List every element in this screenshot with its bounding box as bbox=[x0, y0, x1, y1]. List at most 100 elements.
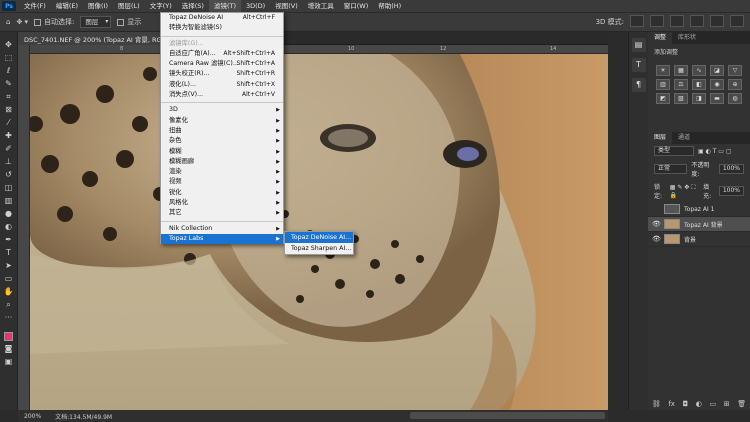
menu-item-adaptive-wide[interactable]: 自适应广角(A)... Alt+Shift+Ctrl+A bbox=[161, 49, 283, 59]
zoom-tool-icon[interactable]: ⌕ bbox=[3, 300, 15, 310]
search-icon[interactable] bbox=[690, 15, 704, 27]
healing-brush-icon[interactable]: ✚ bbox=[3, 131, 15, 141]
menu-item-nik-collection[interactable]: Nik Collection ▶ bbox=[161, 224, 283, 234]
menu-layer[interactable]: 图层(L) bbox=[113, 0, 145, 12]
dodge-tool-icon[interactable]: ◐ bbox=[3, 222, 15, 232]
show-transform-checkbox[interactable]: 显示 bbox=[117, 15, 141, 29]
menu-item-topaz-labs[interactable]: Topaz Labs ▶ bbox=[161, 233, 283, 245]
menu-type[interactable]: 文字(Y) bbox=[145, 0, 177, 12]
eye-icon[interactable]: 👁 bbox=[652, 220, 661, 228]
menu-filter[interactable]: 滤镜(T) bbox=[208, 0, 241, 12]
menu-item-noise[interactable]: 杂色 ▶ bbox=[161, 136, 283, 146]
trash-icon[interactable]: 🗑 bbox=[737, 400, 746, 408]
shape-tool-icon[interactable]: ▭ bbox=[3, 274, 15, 284]
clone-stamp-icon[interactable]: ⊥ bbox=[3, 157, 15, 167]
type-tool-icon[interactable]: T bbox=[3, 248, 15, 258]
paragraph-panel-icon[interactable]: ¶ bbox=[631, 78, 646, 92]
quick-mask-icon[interactable]: ◙ bbox=[3, 344, 15, 354]
menu-item-smart-filter[interactable]: 转换为智能滤镜(S) bbox=[161, 23, 283, 33]
gradient-tool-icon[interactable]: ▥ bbox=[3, 196, 15, 206]
eraser-icon[interactable]: ◫ bbox=[3, 183, 15, 193]
layer-row[interactable]: Topaz AI 1 bbox=[648, 202, 750, 217]
menu-item-distort[interactable]: 扭曲 ▶ bbox=[161, 126, 283, 136]
threshold-icon[interactable]: ◨ bbox=[692, 93, 706, 104]
workspace-icon[interactable] bbox=[710, 15, 724, 27]
tab-layers[interactable]: 图层 bbox=[648, 132, 673, 144]
eyedropper-icon[interactable]: ⁄ bbox=[3, 118, 15, 128]
layer-kind-filter[interactable]: 类型 bbox=[654, 146, 694, 156]
tab-adjustments[interactable]: 调整 bbox=[648, 32, 673, 44]
lock-icons[interactable]: ▦ ✎ ✥ ⛶ 🔒 bbox=[670, 184, 699, 199]
marquee-tool-icon[interactable]: ⬚ bbox=[3, 53, 15, 63]
layer-row[interactable]: 👁 Topaz AI 背景 bbox=[648, 217, 750, 232]
crop-tool-icon[interactable]: ⌗ bbox=[3, 92, 15, 102]
menu-item-stylize[interactable]: 风格化 ▶ bbox=[161, 198, 283, 208]
pen-tool-icon[interactable]: ✒ bbox=[3, 235, 15, 245]
menu-item-pixelate[interactable]: 像素化 ▶ bbox=[161, 116, 283, 126]
menu-view[interactable]: 视图(V) bbox=[270, 0, 303, 12]
foreground-color-swatch[interactable] bbox=[4, 332, 13, 341]
menu-item-topaz-sharpen[interactable]: Topaz Sharpen AI... bbox=[285, 243, 353, 254]
history-panel-icon[interactable]: ▤ bbox=[631, 38, 646, 52]
color-balance-icon[interactable]: ⚖ bbox=[674, 79, 688, 90]
curves-icon[interactable]: ∿ bbox=[692, 65, 706, 76]
menu-3d[interactable]: 3D(D) bbox=[241, 0, 270, 12]
menu-plugins[interactable]: 增效工具 bbox=[303, 0, 339, 12]
brightness-icon[interactable]: ☀ bbox=[656, 65, 670, 76]
vibrance-icon[interactable]: ▽ bbox=[728, 65, 742, 76]
channel-mixer-icon[interactable]: ⊕ bbox=[728, 79, 742, 90]
menu-item-vanishing-point[interactable]: 消失点(V)... Alt+Ctrl+V bbox=[161, 90, 283, 100]
fill-input[interactable]: 100% bbox=[718, 186, 744, 196]
auto-select-checkbox[interactable]: 自动选择: bbox=[34, 15, 74, 29]
menu-file[interactable]: 文件(F) bbox=[19, 0, 51, 12]
hue-saturation-icon[interactable]: ▥ bbox=[656, 79, 670, 90]
black-white-icon[interactable]: ◧ bbox=[692, 79, 706, 90]
menu-edit[interactable]: 编辑(E) bbox=[51, 0, 83, 12]
hand-tool-icon[interactable]: ✋ bbox=[3, 287, 15, 297]
move-tool-icon[interactable]: ✥ bbox=[3, 40, 15, 50]
mask-icon[interactable]: ◘ bbox=[683, 400, 689, 408]
quick-select-icon[interactable]: ✎ bbox=[3, 79, 15, 89]
eye-icon[interactable]: 👁 bbox=[652, 235, 661, 243]
character-panel-icon[interactable]: T bbox=[631, 58, 646, 72]
lasso-tool-icon[interactable]: ℓ bbox=[3, 66, 15, 76]
home-icon[interactable]: ⌂ bbox=[6, 15, 10, 29]
photo-filter-icon[interactable]: ◉ bbox=[710, 79, 724, 90]
layer-row[interactable]: 👁 背景 bbox=[648, 232, 750, 247]
invert-icon[interactable]: ◩ bbox=[656, 93, 670, 104]
menu-item-video[interactable]: 视频 ▶ bbox=[161, 177, 283, 187]
selective-color-icon[interactable]: ◍ bbox=[728, 93, 742, 104]
menu-item-3d[interactable]: 3D ▶ bbox=[161, 105, 283, 115]
levels-icon[interactable]: ▦ bbox=[674, 65, 688, 76]
link-icon[interactable]: ⛓ bbox=[652, 400, 661, 408]
brush-tool-icon[interactable]: ✐ bbox=[3, 144, 15, 154]
3d-pan-icon[interactable] bbox=[670, 15, 684, 27]
new-layer-icon[interactable]: ⊞ bbox=[724, 400, 730, 408]
fx-icon[interactable]: fx bbox=[668, 400, 675, 408]
posterize-icon[interactable]: ▧ bbox=[674, 93, 688, 104]
frame-tool-icon[interactable]: ⊠ bbox=[3, 105, 15, 115]
menu-item-last-filter[interactable]: Topaz DeNoise AI Alt+Ctrl+F bbox=[161, 13, 283, 23]
opacity-input[interactable]: 100% bbox=[718, 164, 744, 174]
menu-item-sharpen[interactable]: 锐化 ▶ bbox=[161, 188, 283, 198]
exposure-icon[interactable]: ◪ bbox=[710, 65, 724, 76]
adjustment-layer-icon[interactable]: ◐ bbox=[696, 400, 702, 408]
blend-mode-select[interactable]: 正常 bbox=[654, 164, 688, 174]
tab-channels[interactable]: 通道 bbox=[672, 132, 696, 144]
menu-item-render[interactable]: 渲染 ▶ bbox=[161, 167, 283, 177]
move-tool-icon[interactable]: ✥ ▾ bbox=[16, 15, 28, 29]
menu-item-camera-raw[interactable]: Camera Raw 滤镜(C)... Shift+Ctrl+A bbox=[161, 59, 283, 69]
screen-mode-icon[interactable]: ▣ bbox=[3, 357, 15, 367]
menu-window[interactable]: 窗口(W) bbox=[339, 0, 374, 12]
blur-tool-icon[interactable]: ● bbox=[3, 209, 15, 219]
menu-item-blur-gallery[interactable]: 模糊画廊 ▶ bbox=[161, 157, 283, 167]
zoom-level[interactable]: 200% bbox=[24, 413, 41, 420]
more-tools-icon[interactable]: ··· bbox=[3, 313, 15, 323]
menu-item-lens-correction[interactable]: 镜头校正(R)... Shift+Ctrl+R bbox=[161, 69, 283, 79]
menu-select[interactable]: 选择(S) bbox=[177, 0, 209, 12]
horizontal-scrollbar[interactable] bbox=[410, 412, 605, 419]
3d-rotate-icon[interactable] bbox=[630, 15, 644, 27]
3d-roll-icon[interactable] bbox=[650, 15, 664, 27]
folder-icon[interactable]: ▭ bbox=[709, 400, 716, 408]
menu-item-topaz-denoise[interactable]: Topaz DeNoise AI... bbox=[285, 232, 353, 243]
